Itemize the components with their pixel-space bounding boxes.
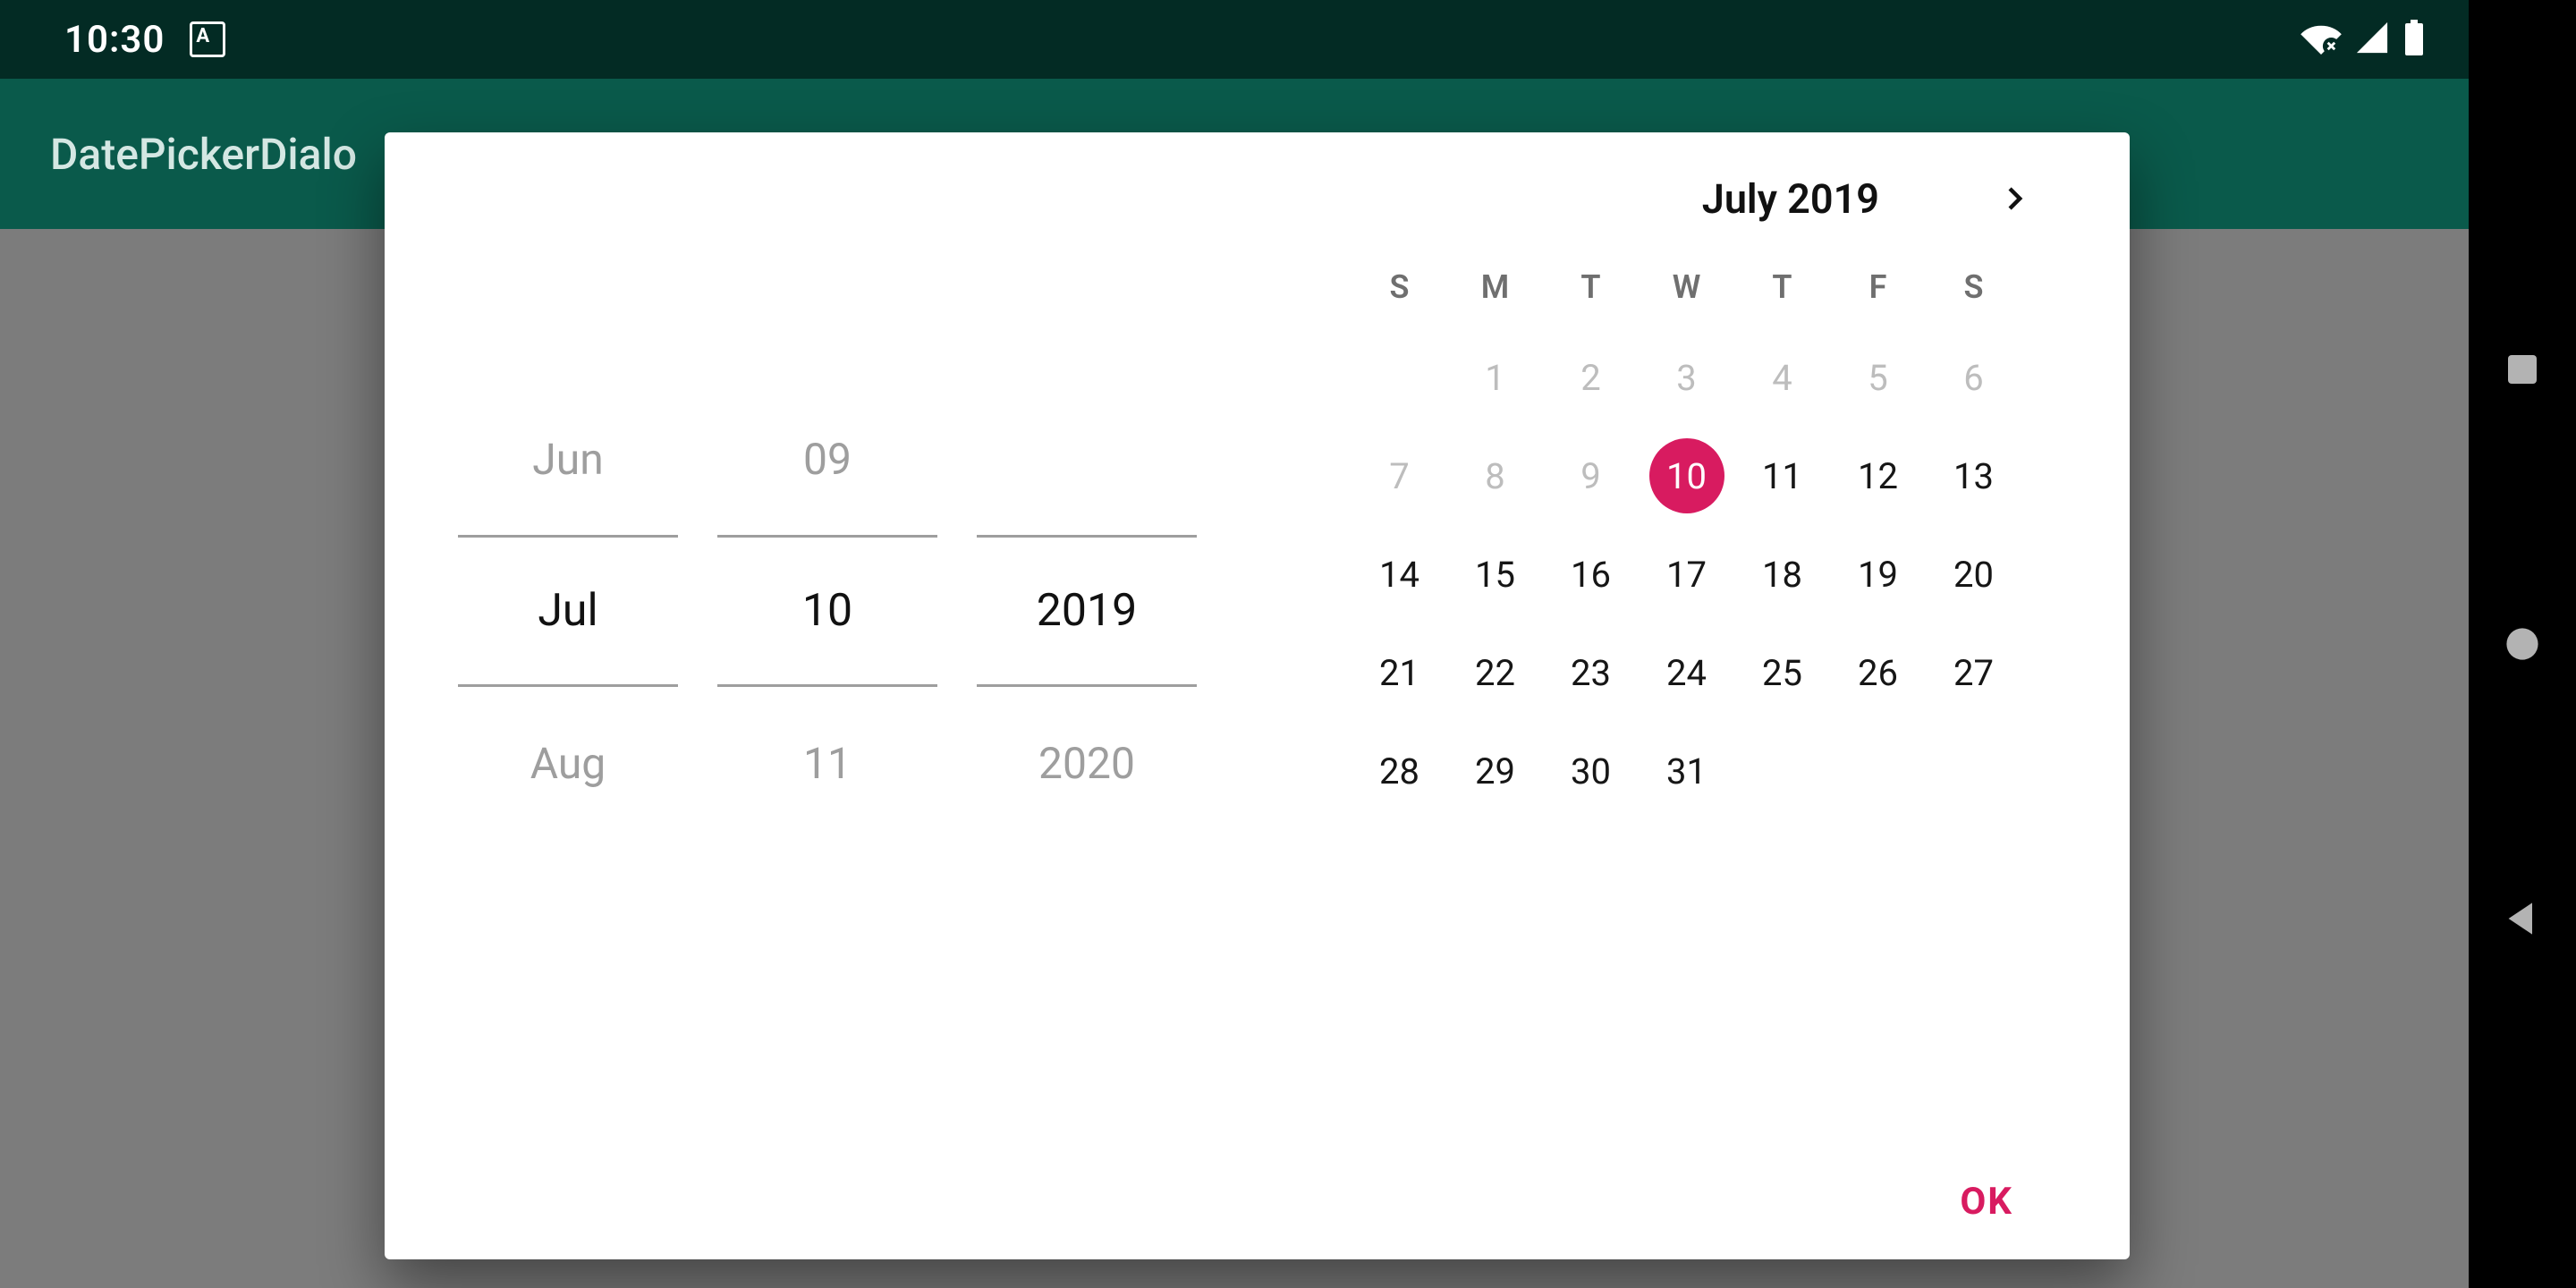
calendar-day: 5 bbox=[1830, 336, 1926, 419]
year-spinner[interactable]: 2019 2020 bbox=[977, 383, 1197, 839]
system-nav-bar bbox=[2469, 0, 2576, 1288]
wifi-icon bbox=[2301, 21, 2342, 58]
calendar-day[interactable]: 11 bbox=[1734, 435, 1830, 517]
month-prev[interactable]: Jun bbox=[458, 383, 678, 535]
calendar-day: 7 bbox=[1352, 435, 1447, 517]
keyboard-indicator-icon: A bbox=[190, 21, 225, 57]
calendar-day: 3 bbox=[1639, 336, 1734, 419]
calendar-dow: F bbox=[1830, 254, 1926, 320]
calendar-day[interactable]: 17 bbox=[1639, 533, 1734, 615]
calendar-day: 8 bbox=[1447, 435, 1543, 517]
calendar-day[interactable]: 16 bbox=[1543, 533, 1639, 615]
calendar-day: 4 bbox=[1734, 336, 1830, 419]
calendar-day: 1 bbox=[1447, 336, 1543, 419]
calendar-day[interactable]: 21 bbox=[1352, 631, 1447, 714]
calendar-day: 9 bbox=[1543, 435, 1639, 517]
calendar-day[interactable]: 28 bbox=[1352, 730, 1447, 812]
calendar-day[interactable]: 19 bbox=[1830, 533, 1926, 615]
day-next[interactable]: 11 bbox=[717, 687, 937, 839]
home-button[interactable] bbox=[2503, 624, 2542, 664]
calendar-day[interactable]: 15 bbox=[1447, 533, 1543, 615]
status-bar: 10:30 A bbox=[0, 0, 2469, 79]
calendar-day[interactable]: 31 bbox=[1639, 730, 1734, 812]
calendar-dow: S bbox=[1926, 254, 2021, 320]
calendar-day: 2 bbox=[1543, 336, 1639, 419]
app-title: DatePickerDialo bbox=[50, 129, 357, 180]
calendar-day[interactable]: 10 bbox=[1639, 435, 1734, 517]
status-clock: 10:30 bbox=[64, 18, 165, 62]
calendar-header: July 2019 bbox=[1306, 174, 2067, 224]
day-prev[interactable]: 09 bbox=[717, 383, 937, 535]
calendar-day[interactable]: 25 bbox=[1734, 631, 1830, 714]
year-current[interactable]: 2019 bbox=[977, 535, 1197, 687]
calendar-day[interactable]: 27 bbox=[1926, 631, 2021, 714]
calendar-dow: T bbox=[1543, 254, 1639, 320]
cellular-signal-icon bbox=[2354, 21, 2390, 58]
date-picker-dialog: Jun Jul Aug 09 10 11 2019 2020 July 2019 bbox=[385, 132, 2130, 1259]
calendar-day[interactable]: 20 bbox=[1926, 533, 2021, 615]
chevron-right-icon bbox=[2000, 182, 2034, 216]
calendar-day[interactable]: 12 bbox=[1830, 435, 1926, 517]
calendar-day[interactable]: 14 bbox=[1352, 533, 1447, 615]
status-bar-right bbox=[2301, 20, 2426, 59]
calendar-day[interactable]: 22 bbox=[1447, 631, 1543, 714]
calendar-day[interactable]: 26 bbox=[1830, 631, 1926, 714]
status-bar-left: 10:30 A bbox=[64, 18, 225, 62]
calendar-grid: SMTWTFS123456789101112131415161718192021… bbox=[1306, 254, 2067, 812]
calendar-day[interactable]: 23 bbox=[1543, 631, 1639, 714]
calendar-month-label: July 2019 bbox=[1702, 175, 1879, 223]
calendar-day[interactable]: 24 bbox=[1639, 631, 1734, 714]
calendar-day[interactable]: 30 bbox=[1543, 730, 1639, 812]
back-button[interactable] bbox=[2503, 899, 2542, 938]
year-prev[interactable] bbox=[977, 383, 1197, 535]
spinner-pane: Jun Jul Aug 09 10 11 2019 2020 bbox=[385, 132, 1270, 1143]
calendar-pane: July 2019 SMTWTFS12345678910111213141516… bbox=[1270, 132, 2130, 1143]
next-month-button[interactable] bbox=[1992, 174, 2042, 224]
calendar-blank bbox=[1352, 336, 1447, 419]
calendar-dow: S bbox=[1352, 254, 1447, 320]
calendar-day: 6 bbox=[1926, 336, 2021, 419]
day-current[interactable]: 10 bbox=[717, 535, 937, 687]
month-next[interactable]: Aug bbox=[458, 687, 678, 839]
overview-button[interactable] bbox=[2503, 350, 2542, 389]
calendar-day[interactable]: 29 bbox=[1447, 730, 1543, 812]
calendar-day[interactable]: 13 bbox=[1926, 435, 2021, 517]
day-spinner[interactable]: 09 10 11 bbox=[717, 383, 937, 839]
ok-button[interactable]: OK bbox=[1933, 1162, 2040, 1241]
dialog-actions: OK bbox=[385, 1143, 2130, 1259]
year-next[interactable]: 2020 bbox=[977, 687, 1197, 839]
battery-icon bbox=[2402, 20, 2426, 59]
month-current[interactable]: Jul bbox=[458, 535, 678, 687]
dialog-body: Jun Jul Aug 09 10 11 2019 2020 July 2019 bbox=[385, 132, 2130, 1143]
calendar-dow: W bbox=[1639, 254, 1734, 320]
device-screen: 10:30 A DatePickerDialo Jun Jul Aug bbox=[0, 0, 2469, 1288]
calendar-dow: T bbox=[1734, 254, 1830, 320]
calendar-day[interactable]: 18 bbox=[1734, 533, 1830, 615]
calendar-dow: M bbox=[1447, 254, 1543, 320]
month-spinner[interactable]: Jun Jul Aug bbox=[458, 383, 678, 839]
